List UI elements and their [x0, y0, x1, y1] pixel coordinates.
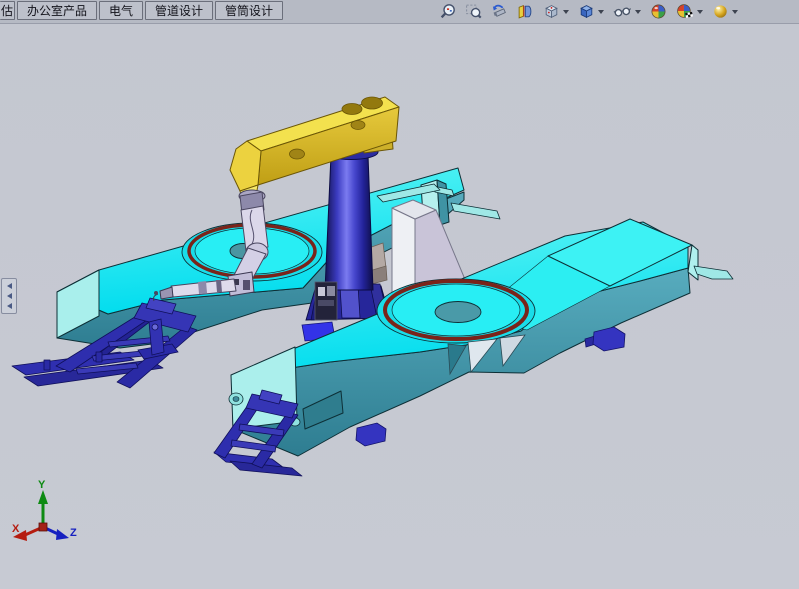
triad-x-label: X	[12, 523, 20, 535]
column-junction-box[interactable]	[315, 282, 337, 320]
zoom-to-fit-icon	[439, 3, 456, 20]
command-manager-toolbar: 估 办公室产品 电气 管道设计 管筒设计	[0, 0, 799, 24]
apply-scene-icon	[676, 3, 694, 20]
tab-tubing-design[interactable]: 管筒设计	[215, 1, 283, 20]
view-orientation-icon	[543, 3, 560, 20]
previous-view-icon	[491, 3, 508, 20]
edit-appearance-button[interactable]	[647, 2, 670, 21]
collapse-left-icon	[7, 293, 12, 299]
dropdown-arrow[interactable]	[563, 10, 569, 14]
hide-show-items-button[interactable]	[610, 2, 644, 21]
zoom-to-area-button[interactable]	[462, 2, 485, 21]
zoom-to-area-icon	[465, 3, 482, 20]
tab-office-products[interactable]: 办公室产品	[17, 1, 97, 20]
triad-y-label: Y	[38, 479, 46, 491]
dropdown-arrow[interactable]	[598, 10, 604, 14]
zoom-to-fit-button[interactable]	[436, 2, 459, 21]
section-view-button[interactable]	[514, 2, 537, 21]
dropdown-arrow[interactable]	[697, 10, 703, 14]
solidworks-window: { "toolbar": { "tabs": [ {"label": "估", …	[0, 0, 799, 589]
collapse-left-icon	[7, 303, 12, 309]
view-settings-button[interactable]	[709, 2, 741, 21]
apply-scene-button[interactable]	[673, 2, 706, 21]
heads-up-view-toolbar	[436, 2, 744, 21]
previous-view-button[interactable]	[488, 2, 511, 21]
front-slewing-ring[interactable]	[377, 279, 535, 343]
display-style-icon	[578, 3, 595, 20]
tab-evaluate-partial[interactable]: 估	[0, 1, 15, 20]
view-settings-icon	[712, 3, 729, 20]
collapse-left-icon	[7, 283, 12, 289]
graphics-viewport[interactable]: X Y Z	[0, 0, 799, 589]
section-view-icon	[517, 3, 534, 20]
view-orientation-button[interactable]	[540, 2, 572, 21]
tab-electrical[interactable]: 电气	[99, 1, 143, 20]
display-style-button[interactable]	[575, 2, 607, 21]
tab-piping-design[interactable]: 管道设计	[145, 1, 213, 20]
command-tabs: 估 办公室产品 电气 管道设计 管筒设计	[0, 0, 285, 20]
hide-show-items-icon	[613, 3, 632, 20]
dropdown-arrow[interactable]	[635, 10, 641, 14]
edit-appearance-icon	[650, 3, 667, 20]
panel-collapse-button[interactable]	[1, 278, 17, 314]
dropdown-arrow[interactable]	[732, 10, 738, 14]
triad-z-label: Z	[70, 527, 77, 539]
